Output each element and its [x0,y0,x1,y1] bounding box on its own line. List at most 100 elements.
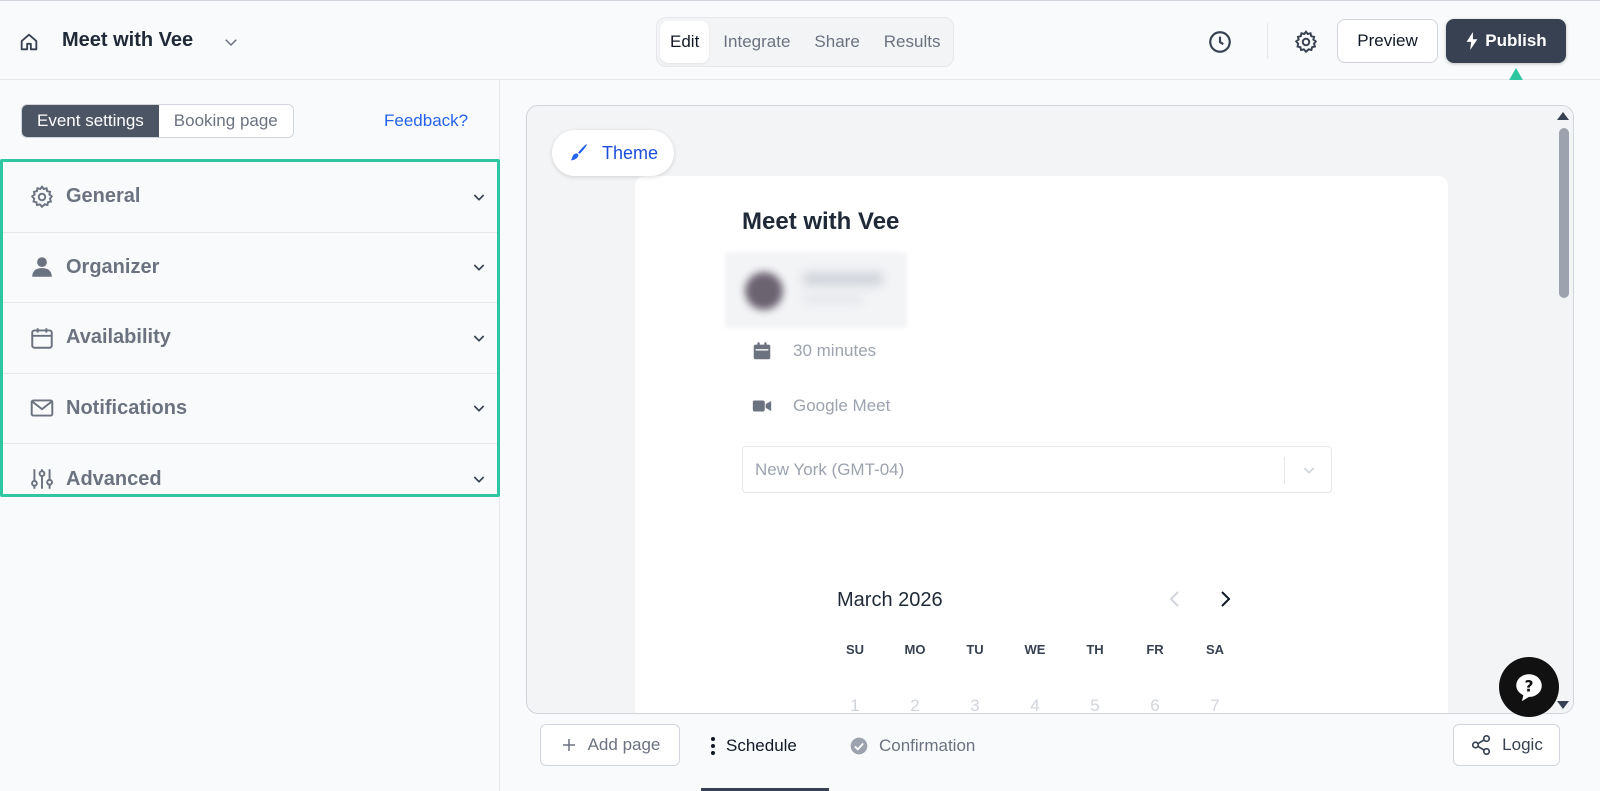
weekday-label: MO [904,642,926,657]
accordion-label: Advanced [66,467,162,490]
chevron-down-icon [471,330,487,346]
paintbrush-icon [570,144,587,161]
segment-booking-page[interactable]: Booking page [158,105,293,137]
calendar-day[interactable]: 3 [945,696,1005,713]
segment-event-settings[interactable]: Event settings [22,105,159,137]
preview-scrollbar[interactable] [1555,106,1573,713]
settings-accordion: General Organizer Availability Notificat… [0,159,500,497]
chevron-down-icon [471,400,487,416]
main-tabs: Edit Integrate Share Results [656,17,954,67]
theme-button[interactable]: Theme [552,130,674,176]
more-vertical-icon [711,737,715,755]
timezone-select[interactable]: New York (GMT-04) [742,446,1332,493]
chevron-down-icon[interactable] [222,33,240,51]
add-page-label: Add page [587,735,661,754]
publish-label: Publish [1485,31,1547,50]
weekday-label: SU [845,642,865,657]
booking-card: Meet with Vee 30 minutes Google Meet New… [635,176,1448,713]
page-bar: Add page Schedule Confirmation Logic [501,724,1600,791]
location-row: Google Meet [751,395,890,417]
chevron-down-icon [471,471,487,487]
calendar-icon [753,342,771,360]
tab-share[interactable]: Share [804,21,869,63]
video-camera-icon [752,400,772,412]
accordion-availability[interactable]: Availability [3,303,497,374]
settings-gear-icon[interactable] [1293,29,1319,55]
timezone-value: New York (GMT-04) [755,459,905,479]
accordion-label: Notifications [66,396,188,419]
duration-text: 30 minutes [793,341,877,360]
accordion-advanced[interactable]: Advanced [3,444,497,494]
scroll-down-arrow-icon[interactable] [1557,701,1569,709]
weekday-label: FR [1146,642,1164,657]
organizer-sub-blurred [803,294,863,304]
plus-icon [562,739,575,751]
weekday-label: WE [1024,642,1046,657]
accordion-notifications[interactable]: Notifications [3,374,497,444]
logic-button[interactable]: Logic [1453,724,1560,766]
top-header: Meet with Vee Edit Integrate Share Resul… [0,0,1600,80]
scroll-thumb[interactable] [1559,128,1569,298]
home-icon[interactable] [18,31,40,53]
page-tab-schedule[interactable]: Schedule [710,732,797,760]
tab-integrate[interactable]: Integrate [713,21,800,63]
svg-text:?: ? [1524,677,1533,695]
tab-edit[interactable]: Edit [660,21,710,63]
weekday-header: SU MO TU WE TH FR SA [841,642,1261,657]
history-clock-icon[interactable] [1207,29,1233,55]
share-nodes-icon [1472,735,1491,755]
organizer-name-blurred [803,272,883,286]
person-icon [29,254,55,280]
select-separator [1284,457,1285,484]
accordion-label: Organizer [66,255,160,278]
accordion-organizer[interactable]: Organizer [3,233,497,303]
tab-results[interactable]: Results [874,21,951,63]
chevron-down-icon [471,259,487,275]
calendar-month: March 2026 [837,589,943,611]
question-bubble-icon: ? [1516,674,1542,702]
chevron-right-icon[interactable] [1213,587,1237,611]
chevron-left-icon[interactable] [1163,587,1187,611]
event-title: Meet with Vee [742,208,900,235]
scroll-up-arrow-icon[interactable] [1557,112,1569,120]
duration-row: 30 minutes [751,340,876,362]
envelope-icon [29,395,55,421]
sliders-icon [29,466,55,492]
weekday-label: TH [1086,642,1104,657]
weekday-label: SA [1205,642,1225,657]
calendar-day[interactable]: 1 [825,696,885,713]
calendar-day[interactable]: 2 [885,696,945,713]
feedback-link[interactable]: Feedback? [384,111,468,131]
calendar-days-row: 1 2 3 4 5 6 7 [841,696,1261,713]
calendar-day[interactable]: 7 [1185,696,1245,713]
calendar-day[interactable]: 4 [1005,696,1065,713]
accordion-label: General [66,185,141,208]
weekday-label: TU [966,642,984,657]
publish-button[interactable]: Publish [1446,19,1566,63]
location-text: Google Meet [793,396,891,415]
help-chat-button[interactable]: ? [1499,657,1559,717]
theme-label: Theme [602,142,659,163]
header-divider [1267,23,1268,59]
page-tab-label: Confirmation [879,736,976,755]
calendar-day[interactable]: 6 [1125,696,1185,713]
preview-area: Meet with Vee 30 minutes Google Meet New… [501,80,1600,791]
accordion-general[interactable]: General [3,162,497,233]
calendar-day[interactable]: 5 [1065,696,1125,713]
add-page-button[interactable]: Add page [540,724,680,766]
chevron-down-icon [1301,462,1317,478]
check-circle-icon [850,737,868,755]
page-tab-confirmation[interactable]: Confirmation [849,732,975,760]
logic-label: Logic [1502,735,1543,754]
gear-icon [29,184,55,210]
settings-sidebar: Event settings Booking page Feedback? Ge… [0,80,500,791]
accordion-label: Availability [66,326,171,349]
form-title[interactable]: Meet with Vee [62,29,193,52]
avatar [745,272,783,310]
chevron-down-icon [471,189,487,205]
lightning-icon [1466,32,1478,50]
calendar-icon [29,325,55,351]
preview-button[interactable]: Preview [1337,19,1438,63]
booking-preview-frame: Meet with Vee 30 minutes Google Meet New… [526,105,1574,714]
page-tab-label: Schedule [726,736,797,755]
